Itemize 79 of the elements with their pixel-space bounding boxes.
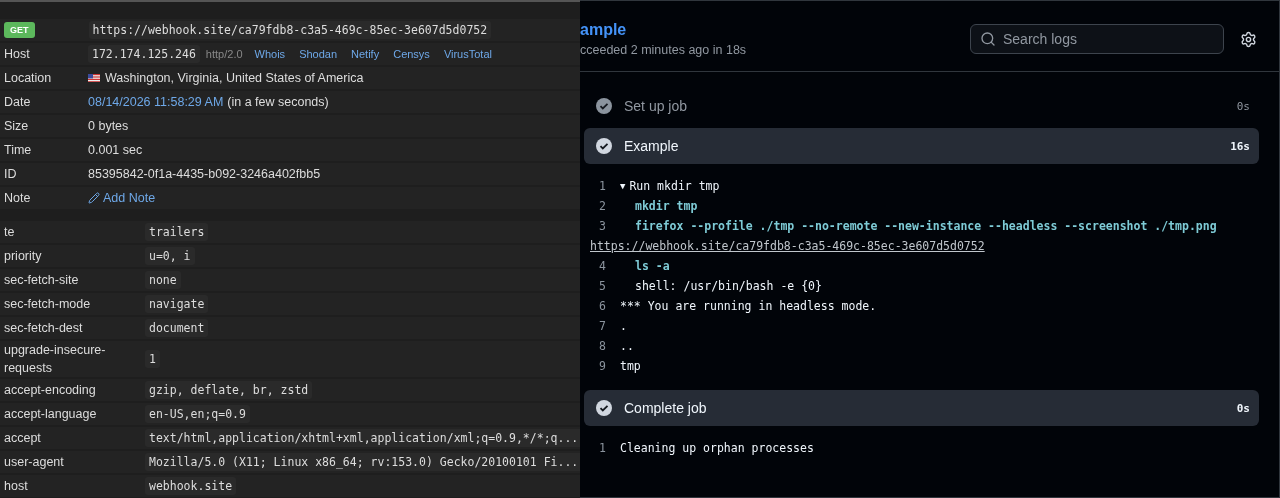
log-line: ..	[620, 339, 634, 353]
header-value: en-US,en;q=0.9	[145, 405, 250, 423]
line-number: 8	[598, 339, 606, 353]
log-link[interactable]: https://webhook.site/ca79fdb8-c3a5-469c-85ec-3e607d5d0752	[590, 239, 985, 253]
header-value: navigate	[145, 295, 209, 313]
job-step[interactable]: Set up job 0s	[584, 88, 1259, 124]
detail-label: Date	[4, 94, 32, 111]
line-number: 9	[598, 359, 606, 373]
job-step[interactable]: Complete job 0s	[584, 390, 1259, 426]
pencil-icon	[88, 192, 100, 204]
settings-icon[interactable]	[1240, 30, 1257, 48]
check-circle-icon	[596, 400, 612, 416]
log-line: .	[620, 319, 627, 333]
detail-value: 0 bytes	[88, 119, 129, 133]
line-number: 1	[598, 441, 606, 455]
location-value: Washington, Virginia, United States of America	[105, 71, 364, 85]
flag-icon	[88, 74, 100, 82]
lookup-link[interactable]: Netify	[351, 48, 380, 60]
detail-label: Location	[4, 70, 53, 87]
header-name: accept-language	[4, 406, 98, 423]
log-line: firefox --profile ./tmp --no-remote --new-instance --headless --screenshot ./tmp.png	[634, 219, 1217, 233]
line-number: 6	[598, 299, 606, 313]
detail-value: 85395842-0f1a-4435-b092-3246a402fbb5	[88, 167, 321, 181]
job-title[interactable]: ample	[580, 21, 747, 39]
log-line: shell: /usr/bin/bash -e {0}	[634, 279, 822, 293]
lookup-link[interactable]: Shodan	[299, 48, 338, 60]
detail-label: Size	[4, 118, 30, 135]
host-ip: 172.174.125.246	[88, 45, 200, 63]
search-icon	[980, 31, 996, 47]
header-value: trailers	[145, 223, 209, 241]
header-name: sec-fetch-site	[4, 272, 80, 289]
detail-label: ID	[4, 166, 18, 183]
line-number: 5	[598, 279, 606, 293]
header-name: te	[4, 224, 16, 241]
add-note-link[interactable]: Add Note	[88, 191, 156, 205]
detail-label: Host	[4, 46, 31, 63]
request-url: https://webhook.site/ca79fdb8-c3a5-469c-85ec-3e607d5d0752	[88, 21, 492, 39]
lookup-link[interactable]: Whois	[254, 48, 286, 60]
log-line: tmp	[620, 359, 641, 373]
header-value: document	[145, 319, 209, 337]
log-line: ls -a	[634, 259, 670, 273]
check-circle-icon	[596, 138, 612, 154]
line-number: 2	[598, 199, 606, 213]
header-name: priority	[4, 248, 43, 265]
job-step[interactable]: Example 16s	[584, 128, 1259, 164]
header-value: gzip, deflate, br, zstd	[145, 381, 313, 399]
header-name: accept	[4, 430, 42, 447]
date-link[interactable]: 08/14/2026 11:58:29 AM	[88, 95, 224, 109]
check-circle-icon	[596, 98, 612, 114]
log-line: *** You are running in headless mode.	[620, 299, 877, 313]
header-value: none	[145, 271, 181, 289]
header-name: accept-encoding	[4, 382, 97, 399]
lookup-link[interactable]: Censys	[393, 48, 430, 60]
detail-label: Note	[4, 190, 32, 207]
job-status: cceeded 2 minutes ago in 18s	[580, 43, 747, 57]
header-value: webhook.site	[145, 477, 237, 495]
header-value: u=0, i	[145, 247, 195, 265]
expand-toggle[interactable]: ▼	[620, 181, 626, 191]
line-number: 7	[598, 319, 606, 333]
line-number: 1	[598, 179, 606, 193]
lookup-link[interactable]: VirusTotal	[443, 48, 492, 60]
header-name: sec-fetch-mode	[4, 296, 92, 313]
detail-value: 0.001 sec	[88, 143, 143, 157]
header-value: text/html,application/xhtml+xml,application/xml;q=0.9,*/*;q...	[145, 429, 580, 447]
log-line: mkdir tmp	[634, 199, 698, 213]
line-number: 4	[598, 259, 606, 273]
log-line: Cleaning up orphan processes	[620, 441, 814, 455]
header-name: host	[4, 478, 29, 495]
protocol-label: http/2.0	[205, 48, 243, 60]
log-line: Run mkdir tmp	[629, 179, 720, 193]
header-name: sec-fetch-dest	[4, 320, 84, 337]
detail-label: Time	[4, 142, 33, 159]
header-value: Mozilla/5.0 (X11; Linux x86_64; rv:153.0) Gecko/20100101 Fi...	[145, 453, 580, 471]
search-field[interactable]: Search logs	[970, 24, 1224, 54]
header-name: user-agent	[4, 454, 65, 471]
relative-time: (in a few seconds)	[227, 95, 329, 109]
line-number: 3	[598, 219, 606, 233]
method-badge: GET	[4, 22, 35, 38]
header-value: 1	[145, 350, 160, 368]
